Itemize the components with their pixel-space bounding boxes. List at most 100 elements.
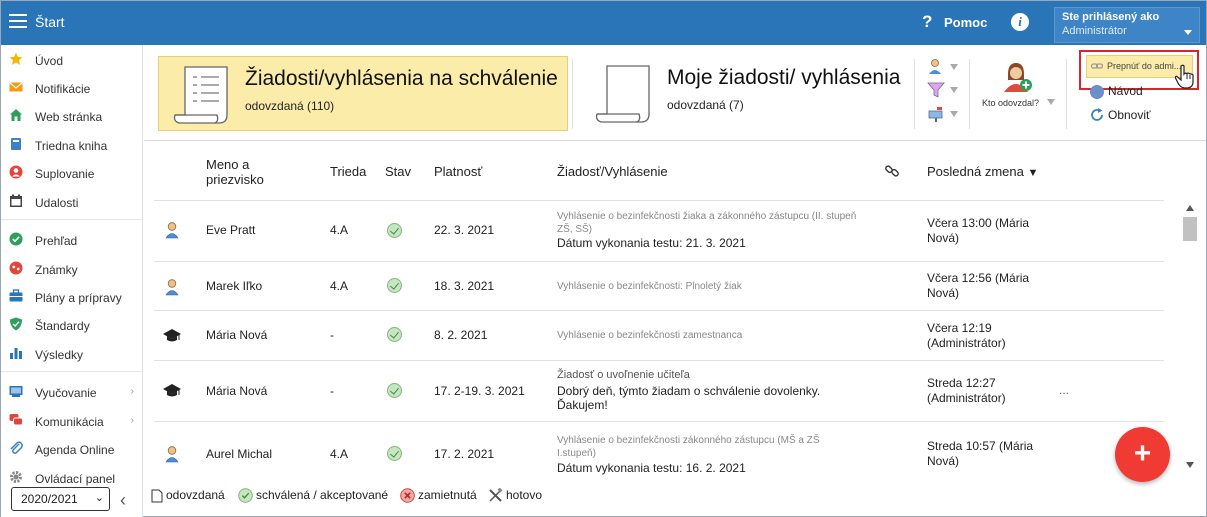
sidebar-item-label: Vyučovanie: [35, 386, 97, 400]
approval-tab-title: Žiadosti/vyhlásenia na schválenie: [245, 67, 558, 90]
my-requests-tab[interactable]: Moje žiadosti/ vyhlásenia odovzdaná (7): [581, 56, 906, 131]
column-header-validity[interactable]: Platnosť: [434, 164, 482, 179]
mailbox-icon[interactable]: [927, 105, 945, 123]
row-last-change: Včera 12:19 (Administrátor): [927, 321, 1006, 350]
row-request-type: Vyhlásenie o bezinfekčnosti žiaka a záko…: [557, 211, 857, 235]
chevron-right-icon: ›: [130, 415, 134, 426]
help-icon[interactable]: ?: [922, 12, 932, 32]
refresh-button[interactable]: Obnoviť: [1108, 108, 1151, 122]
table-row[interactable]: Aurel Michal 4.A 17. 2. 2021 Vyhlásenie …: [154, 421, 1164, 481]
user-menu[interactable]: Ste prihlásený ako Administrátor: [1054, 7, 1200, 43]
sidebar-item-notifikacie[interactable]: Notifikácie: [1, 75, 142, 101]
sidebar-item-plany[interactable]: Plány a prípravy: [1, 284, 142, 310]
row-last-change: Včera 12:56 (Mária Nová): [927, 271, 1030, 300]
sort-desc-icon: ▼: [1027, 167, 1039, 179]
sidebar-item-suplovanie[interactable]: Suplovanie: [1, 160, 142, 186]
chain-link-icon[interactable]: [885, 164, 899, 178]
table-row[interactable]: Eve Pratt 4.A 22. 3. 2021 Vyhlásenie o b…: [154, 200, 1164, 261]
row-validity: 17. 2-19. 3. 2021: [434, 384, 525, 398]
person-icon: [9, 165, 23, 179]
row-name: Marek Iľko: [206, 279, 263, 293]
chevron-down-icon[interactable]: [950, 87, 958, 93]
sidebar-item-udalosti[interactable]: Udalosti: [1, 189, 142, 215]
school-year-select[interactable]: 2020/2021 ⌄: [11, 487, 110, 511]
sidebar-item-vysledky[interactable]: Výsledky: [1, 341, 142, 367]
panel-divider: [572, 59, 573, 129]
sidebar-item-web-stranka[interactable]: Web stránka: [1, 103, 142, 129]
row-more[interactable]: ...: [1059, 383, 1069, 397]
student-icon: [165, 222, 179, 239]
help-link[interactable]: Pomoc: [944, 15, 987, 30]
sidebar-item-znamky[interactable]: Známky: [1, 256, 142, 282]
book-icon: [11, 138, 21, 150]
sidebar-item-uvod[interactable]: Úvod: [1, 47, 142, 73]
check-circle-icon: [238, 488, 253, 504]
row-validity: 17. 2. 2021: [434, 447, 495, 461]
row-class: 4.A: [330, 279, 349, 293]
calendar-icon: [10, 194, 22, 207]
school-year-value: 2020/2021: [21, 492, 78, 506]
approved-status-icon: [387, 383, 402, 398]
table-row[interactable]: Marek Iľko 4.A 18. 3. 2021 Vyhlásenie o …: [154, 261, 1164, 310]
page-title[interactable]: Štart: [35, 14, 65, 30]
panel-divider: [914, 59, 915, 129]
chevron-down-icon[interactable]: [950, 111, 958, 117]
chevron-down-icon[interactable]: [950, 64, 958, 70]
approval-requests-tab[interactable]: Žiadosti/vyhlásenia na schválenie odovzd…: [158, 56, 568, 131]
sidebar-item-vyucovanie[interactable]: Vyučovanie ›: [1, 379, 142, 405]
sidebar-item-prehlad[interactable]: Prehľad: [1, 227, 142, 253]
column-header-changed[interactable]: Posledná zmena ▼: [927, 164, 1038, 179]
info-icon[interactable]: i: [1011, 13, 1029, 31]
approved-status-icon: [387, 278, 402, 293]
row-class: 4.A: [330, 223, 349, 237]
sidebar-item-label: Suplovanie: [35, 167, 95, 181]
student-icon: [165, 279, 179, 296]
table-row[interactable]: Mária Nová - 8. 2. 2021 Vyhlásenie o bez…: [154, 310, 1164, 360]
sidebar-item-triedna-kniha[interactable]: Triedna kniha: [1, 132, 142, 158]
person-filter-icon[interactable]: [927, 58, 945, 76]
approved-status-icon: [387, 327, 402, 342]
user-menu-caption: Ste prihlásený ako: [1062, 11, 1160, 23]
column-header-name[interactable]: Meno a priezvisko: [206, 157, 296, 187]
refresh-icon[interactable]: [1090, 108, 1104, 122]
row-request-detail: Dátum vykonania testu: 16. 2. 2021: [557, 461, 746, 475]
chevron-down-icon[interactable]: [1047, 99, 1055, 105]
row-request-type: Vyhlásenie o bezinfekčnosti zamestnanca: [557, 330, 743, 341]
scroll-thumb[interactable]: [1183, 217, 1197, 241]
legend-submitted-label: odovzdaná: [166, 488, 225, 502]
table-scrollbar[interactable]: [1182, 205, 1198, 475]
my-requests-count: odovzdaná (7): [667, 98, 744, 112]
column-header-class[interactable]: Trieda: [330, 164, 366, 179]
sidebar-item-komunikacia[interactable]: Komunikácia ›: [1, 408, 142, 434]
sidebar-item-label: Udalosti: [35, 196, 79, 210]
row-request-type: Vyhlásenie o bezinfekčnosti zákonného zá…: [557, 435, 820, 459]
submitter-icon[interactable]: [1000, 60, 1034, 94]
sidebar-item-standardy[interactable]: Štandardy: [1, 312, 142, 338]
legend-approved-label: schválená / akceptované: [256, 488, 389, 502]
collapse-sidebar-button[interactable]: ‹: [120, 490, 126, 511]
document-blank-icon: [595, 65, 650, 123]
scroll-down-icon[interactable]: [1186, 462, 1194, 468]
sidebar: Úvod Notifikácie Web stránka Triedna kni…: [1, 45, 143, 517]
student-icon: [165, 446, 179, 463]
row-last-change: Streda 12:27 (Administrátor): [927, 376, 1006, 405]
submitter-filter-label[interactable]: Kto odovzdal?: [982, 98, 1039, 108]
table-row[interactable]: Mária Nová - 17. 2-19. 3. 2021 Žiadosť o…: [154, 360, 1164, 421]
legend-submitted: odovzdaná: [151, 488, 225, 503]
add-request-button[interactable]: +: [1115, 427, 1170, 482]
column-header-state[interactable]: Stav: [385, 164, 411, 179]
menu-icon[interactable]: [9, 14, 27, 30]
funnel-icon[interactable]: [927, 81, 945, 99]
graduation-cap-icon: [163, 384, 181, 397]
help-circle-icon[interactable]: [1090, 85, 1104, 99]
guide-button[interactable]: Návod: [1108, 84, 1143, 98]
bar-chart-icon: [10, 348, 22, 359]
row-class: -: [330, 328, 334, 342]
column-header-request[interactable]: Žiadosť/Vyhlásenie: [557, 164, 668, 179]
home-icon: [10, 109, 22, 121]
graduation-cap-icon: [163, 329, 181, 342]
scroll-up-icon[interactable]: [1186, 205, 1194, 211]
sidebar-item-agenda[interactable]: Agenda Online: [1, 436, 142, 462]
sidebar-item-label: Ovládací panel: [35, 472, 116, 486]
row-class: -: [330, 384, 334, 398]
